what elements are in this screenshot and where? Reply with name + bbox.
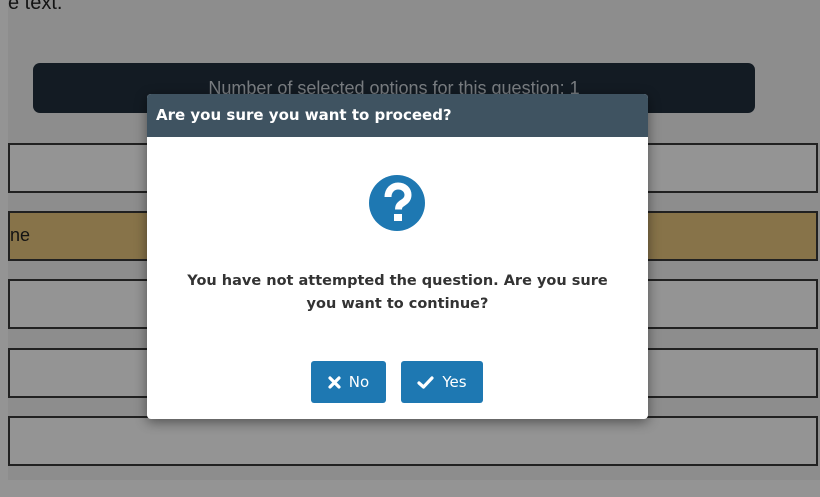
yes-button-label: Yes: [442, 373, 467, 391]
x-icon: [328, 375, 341, 389]
dialog-message: You have not attempted the question. Are…: [187, 273, 608, 312]
no-button[interactable]: No: [311, 361, 386, 403]
question-circle-icon: [368, 174, 426, 232]
check-icon: [417, 375, 434, 389]
page: e text. Number of selected options for t…: [0, 0, 820, 497]
no-button-label: No: [348, 373, 370, 391]
confirm-dialog: Are you sure you want to proceed? You ha…: [147, 94, 648, 419]
yes-button[interactable]: Yes: [401, 361, 483, 403]
dialog-title: Are you sure you want to proceed?: [147, 94, 648, 137]
